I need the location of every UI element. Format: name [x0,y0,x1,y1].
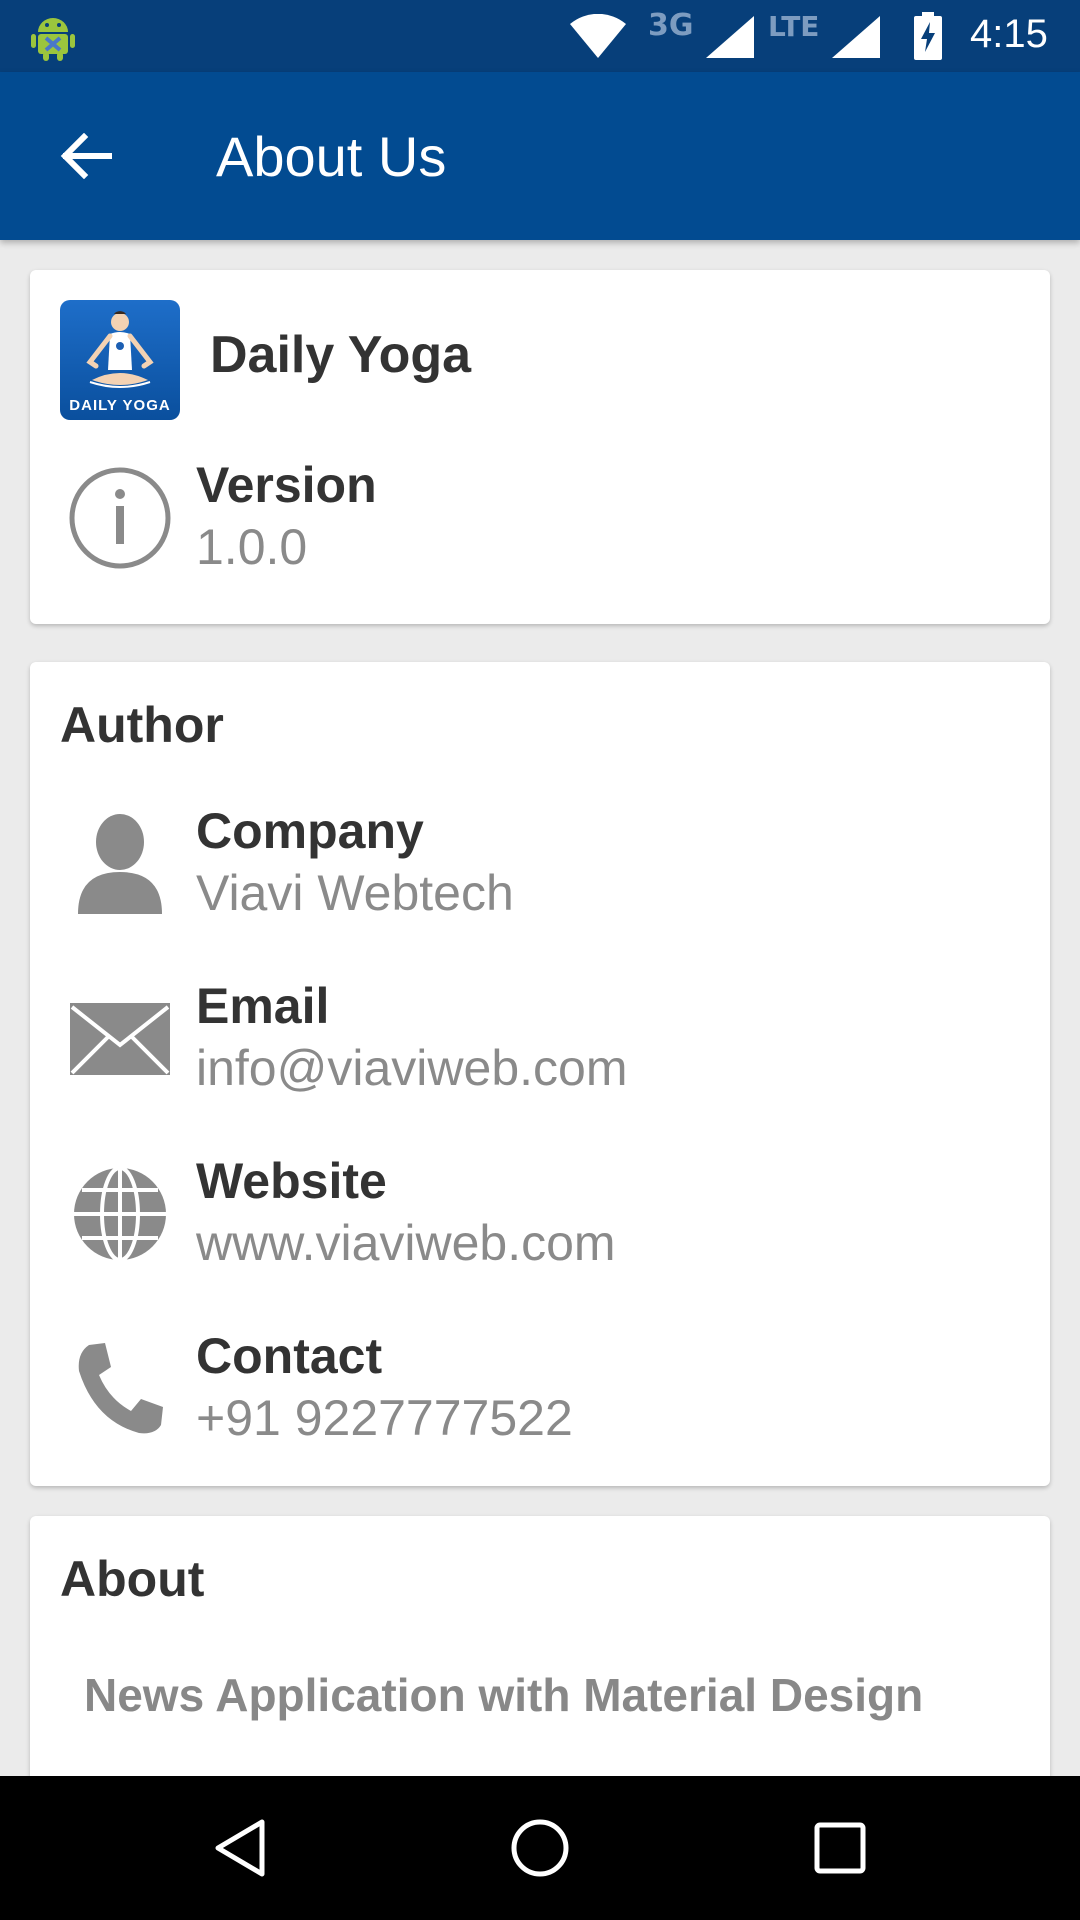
arrow-back-icon [60,133,112,179]
email-label: Email [196,978,330,1034]
version-value: 1.0.0 [196,519,308,575]
envelope-icon [68,987,172,1091]
signal-icon [706,16,754,58]
clock: 4:15 [970,12,1048,56]
signal-icon [832,16,880,58]
about-card: About News Application with Material Des… [30,1516,1050,1816]
android-debug-icon [31,18,75,61]
battery-charging-icon [914,12,942,60]
contact-value[interactable]: +91 9227777522 [196,1389,573,1447]
nav-back-button[interactable] [196,1804,284,1892]
about-title: About [60,1551,205,1607]
email-row[interactable]: Email info@viaviweb.com [30,967,1050,1107]
nav-home-button[interactable] [496,1804,584,1892]
about-text: News Application with Material Design [84,1669,924,1721]
logo-text: DAILY YOGA [69,397,171,414]
author-card: Author Company Viavi Webtech Email info@… [30,662,1050,1486]
app-logo: DAILY YOGA [60,300,180,420]
website-row[interactable]: Website www.viaviweb.com [30,1142,1050,1282]
version-label: Version [196,457,377,513]
app-bar: About Us [0,72,1080,240]
contact-label: Contact [196,1328,383,1384]
company-value: Viavi Webtech [196,865,514,921]
nav-home-icon [511,1819,569,1877]
email-value[interactable]: info@viaviweb.com [196,1039,627,1097]
navigation-bar [0,1776,1080,1920]
wifi-icon [570,14,626,58]
website-label: Website [196,1153,387,1209]
nav-recents-icon [814,1822,866,1874]
back-button[interactable] [46,116,126,196]
nav-back-icon [215,1819,265,1877]
status-bar: 3G LTE 4:15 [0,0,1080,72]
app-info-card: DAILY YOGA Daily Yoga Version 1.0.0 [30,270,1050,624]
network-3g-label: 3G [648,8,694,43]
info-icon [68,466,172,570]
app-name: Daily Yoga [210,326,472,384]
network-lte-label: LTE [768,10,820,43]
page-title: About Us [216,125,447,188]
contact-row[interactable]: Contact +91 9227777522 [30,1317,1050,1457]
company-label: Company [196,803,424,859]
phone-icon [68,1337,172,1441]
company-row: Company Viavi Webtech [30,792,1050,932]
nav-recents-button[interactable] [796,1804,884,1892]
author-title: Author [60,697,224,753]
person-icon [68,812,172,916]
version-row: Version 1.0.0 [30,446,1050,586]
globe-icon [68,1162,172,1266]
website-value[interactable]: www.viaviweb.com [196,1214,616,1272]
